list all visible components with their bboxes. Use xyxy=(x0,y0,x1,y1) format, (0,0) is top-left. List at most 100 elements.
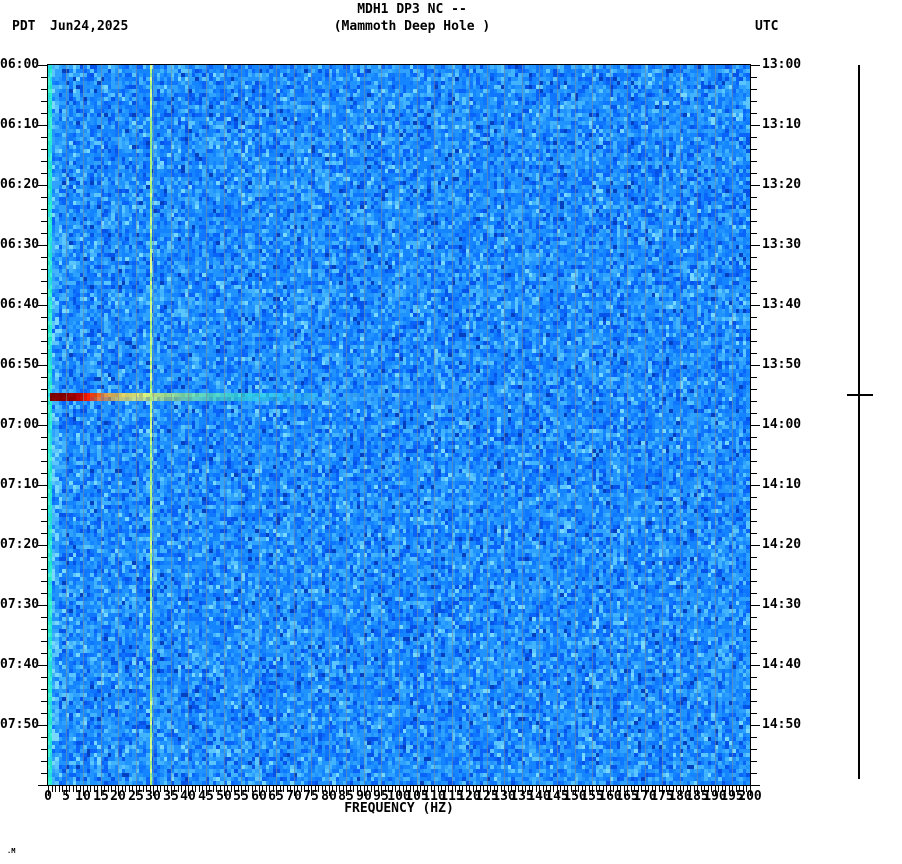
left-axis-tick xyxy=(41,233,47,234)
left-axis-label: 07:00 xyxy=(0,417,40,432)
right-axis-tick xyxy=(751,161,757,162)
right-axis-tick xyxy=(751,581,757,582)
left-axis-tick xyxy=(38,185,47,186)
left-axis-tick xyxy=(41,353,47,354)
left-axis-label: 07:40 xyxy=(0,657,40,672)
left-axis-tick xyxy=(41,437,47,438)
left-axis-tick xyxy=(41,329,47,330)
right-axis-tick xyxy=(751,293,757,294)
timezone-left-label: PDT xyxy=(12,19,36,34)
left-axis-tick xyxy=(41,461,47,462)
left-axis-tick xyxy=(41,533,47,534)
right-axis-tick xyxy=(751,761,757,762)
left-axis-label: 07:20 xyxy=(0,537,40,552)
left-axis-tick xyxy=(41,221,47,222)
right-axis-tick xyxy=(751,749,757,750)
right-axis-tick xyxy=(751,341,757,342)
right-axis-tick xyxy=(751,257,757,258)
right-axis-tick xyxy=(751,665,760,666)
right-axis-tick xyxy=(751,89,757,90)
left-axis-tick xyxy=(41,317,47,318)
right-axis-tick xyxy=(751,569,757,570)
left-axis-label: 06:40 xyxy=(0,297,40,312)
right-axis-tick xyxy=(751,701,757,702)
right-axis-tick xyxy=(751,101,757,102)
left-axis-tick xyxy=(41,161,47,162)
left-axis-tick xyxy=(41,629,47,630)
right-axis-tick xyxy=(751,593,757,594)
left-axis-tick xyxy=(41,737,47,738)
left-axis-tick xyxy=(38,425,47,426)
left-axis-tick xyxy=(41,449,47,450)
right-axis-label: 13:20 xyxy=(762,177,802,192)
left-axis-tick xyxy=(41,569,47,570)
left-axis-tick xyxy=(41,617,47,618)
right-axis-tick xyxy=(751,365,760,366)
left-axis-tick xyxy=(38,665,47,666)
right-axis-tick xyxy=(751,317,757,318)
right-axis-tick xyxy=(751,77,757,78)
left-axis-tick xyxy=(41,209,47,210)
left-axis-tick xyxy=(41,341,47,342)
right-axis-tick xyxy=(751,353,757,354)
right-axis-tick xyxy=(751,281,757,282)
right-axis-tick xyxy=(751,173,757,174)
right-axis-tick xyxy=(751,197,757,198)
right-axis-tick xyxy=(751,641,757,642)
left-axis-tick xyxy=(41,173,47,174)
left-axis-tick xyxy=(41,557,47,558)
left-axis-tick xyxy=(41,653,47,654)
right-axis-tick xyxy=(751,233,757,234)
left-axis-label: 06:20 xyxy=(0,177,40,192)
timezone-right-label: UTC xyxy=(755,19,779,34)
right-axis-tick xyxy=(751,785,760,786)
spectrogram-viewer: PDT Jun24,2025 MDH1 DP3 NC -- (Mammoth D… xyxy=(0,0,902,864)
plot-frame xyxy=(47,64,751,786)
left-axis-tick xyxy=(41,293,47,294)
left-axis-tick xyxy=(41,281,47,282)
right-axis-tick xyxy=(751,629,757,630)
left-axis-label: 07:50 xyxy=(0,717,40,732)
right-axis-tick xyxy=(751,521,757,522)
left-axis-tick xyxy=(41,761,47,762)
scale-bar-line xyxy=(858,65,860,779)
left-axis-tick xyxy=(41,113,47,114)
right-axis-label: 14:10 xyxy=(762,477,802,492)
right-axis-tick xyxy=(751,149,757,150)
right-axis-tick xyxy=(751,677,757,678)
left-axis-label: 06:00 xyxy=(0,57,40,72)
right-axis-tick xyxy=(751,689,757,690)
right-axis-tick xyxy=(751,605,760,606)
right-axis-tick xyxy=(751,269,757,270)
right-axis-tick xyxy=(751,497,757,498)
right-axis-tick xyxy=(751,329,757,330)
left-axis-tick xyxy=(41,137,47,138)
left-axis-tick xyxy=(41,773,47,774)
right-axis-label: 14:50 xyxy=(762,717,802,732)
right-axis-label: 14:30 xyxy=(762,597,802,612)
left-axis-tick xyxy=(41,521,47,522)
title-station: MDH1 DP3 NC -- xyxy=(357,2,467,17)
left-axis-tick xyxy=(41,101,47,102)
left-axis-tick xyxy=(38,245,47,246)
left-axis-tick xyxy=(41,581,47,582)
right-axis-tick xyxy=(751,653,757,654)
left-axis-tick xyxy=(38,65,47,66)
right-axis-label: 14:20 xyxy=(762,537,802,552)
left-axis-tick xyxy=(41,473,47,474)
left-axis-tick xyxy=(41,149,47,150)
right-axis-tick xyxy=(751,305,760,306)
left-axis-tick xyxy=(38,545,47,546)
left-axis-label: 06:10 xyxy=(0,117,40,132)
left-axis-tick xyxy=(41,77,47,78)
right-axis-label: 13:00 xyxy=(762,57,802,72)
left-axis-tick xyxy=(38,605,47,606)
right-axis-tick xyxy=(751,221,757,222)
right-axis-tick xyxy=(751,209,757,210)
right-axis-tick xyxy=(751,449,757,450)
right-axis-tick xyxy=(751,125,760,126)
left-axis-tick xyxy=(41,377,47,378)
left-axis-tick xyxy=(41,749,47,750)
watermark: .M xyxy=(7,847,16,855)
left-axis-tick xyxy=(38,785,47,786)
